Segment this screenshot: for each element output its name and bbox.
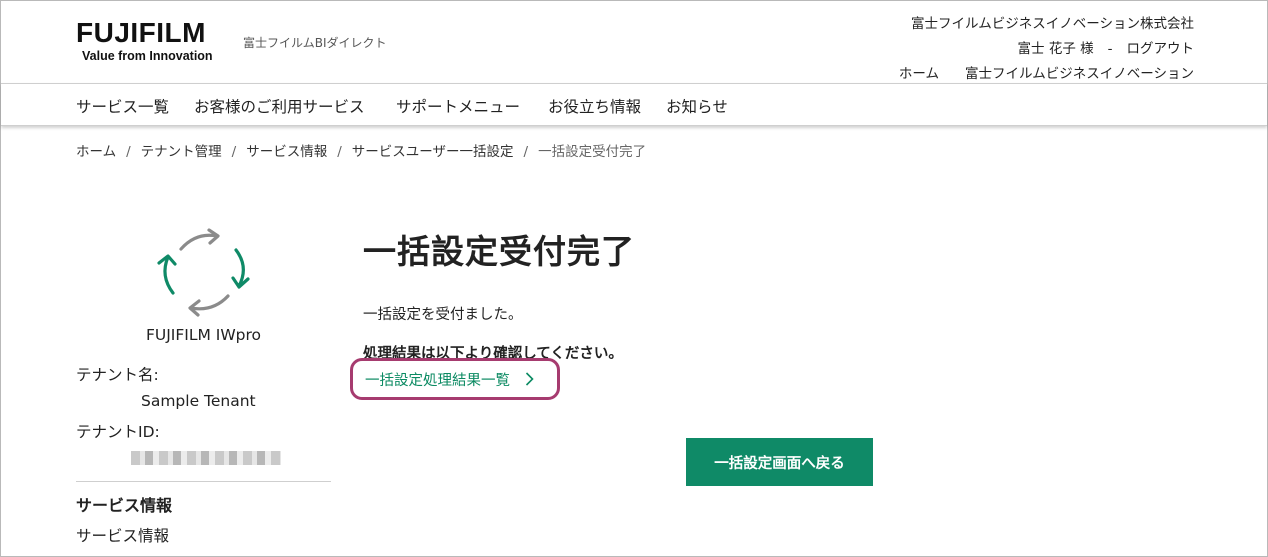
nav-item-news[interactable]: お知らせ [666, 95, 728, 117]
tenant-name-label: テナント名: [76, 366, 159, 384]
sidebar-item-service-info[interactable]: サービス情報 [76, 524, 169, 546]
sidebar-section-title: サービス情報 [76, 496, 173, 515]
logo-tagline: Value from Innovation [82, 49, 213, 63]
breadcrumb-separator: / [126, 144, 131, 160]
header-account-area: 富士フイルムビジネスイノベーション株式会社 富士 花子 様 - ログアウト ホーム富… [899, 12, 1194, 87]
back-to-bulk-settings-button[interactable]: 一括設定画面へ戻る [686, 438, 873, 486]
breadcrumb-service-info[interactable]: サービス情報 [246, 144, 327, 160]
logout-link[interactable]: ログアウト [1127, 37, 1195, 62]
fujifilm-logo[interactable]: FUJIFILM Value from Innovation [76, 17, 213, 64]
nav-item-useful-info[interactable]: お役立ち情報 [548, 95, 641, 117]
breadcrumb-separator: / [337, 144, 342, 160]
nav-item-service-list[interactable]: サービス一覧 [76, 95, 169, 117]
sidebar-divider [76, 481, 331, 482]
nav-item-support-menu[interactable]: サポートメニュー [396, 95, 520, 117]
breadcrumb: ホーム / テナント管理 / サービス情報 / サービスユーザー一括設定 / 一括設定受付完了 [76, 140, 646, 160]
main-nav: サービス一覧 お客様のご利用サービス サポートメニュー お役立ち情報 お知らせ [1, 83, 1267, 126]
user-name: 富士 花子 様 [1017, 41, 1094, 57]
site-name: 富士フイルムBIダイレクト [243, 36, 387, 50]
breadcrumb-separator: / [523, 144, 529, 160]
tenant-id-label: テナントID: [76, 423, 160, 441]
breadcrumb-tenant-management[interactable]: テナント管理 [141, 144, 222, 160]
user-separator: - [1107, 41, 1113, 57]
result-list-link[interactable]: 一括設定処理結果一覧 [365, 369, 534, 390]
company-name: 富士フイルムビジネスイノベーション株式会社 [911, 16, 1194, 32]
nav-item-my-services[interactable]: お客様のご利用サービス [194, 95, 365, 117]
tenant-id-redacted [131, 451, 281, 465]
breadcrumb-current: 一括設定受付完了 [538, 144, 647, 160]
sync-arrows-icon [157, 228, 250, 317]
breadcrumb-separator: / [231, 144, 237, 160]
product-name: FUJIFILM IWpro [145, 326, 262, 344]
logo-wordmark: FUJIFILM [76, 17, 206, 48]
confirmation-message: 一括設定を受付ました。 [363, 307, 523, 323]
page-title: 一括設定受付完了 [363, 232, 635, 271]
breadcrumb-bulk-user-settings[interactable]: サービスユーザー一括設定 [352, 144, 514, 160]
result-list-link-label: 一括設定処理結果一覧 [365, 373, 510, 389]
chevron-right-icon [520, 372, 534, 389]
tenant-name-value: Sample Tenant [141, 392, 256, 410]
breadcrumb-home[interactable]: ホーム [76, 144, 116, 160]
